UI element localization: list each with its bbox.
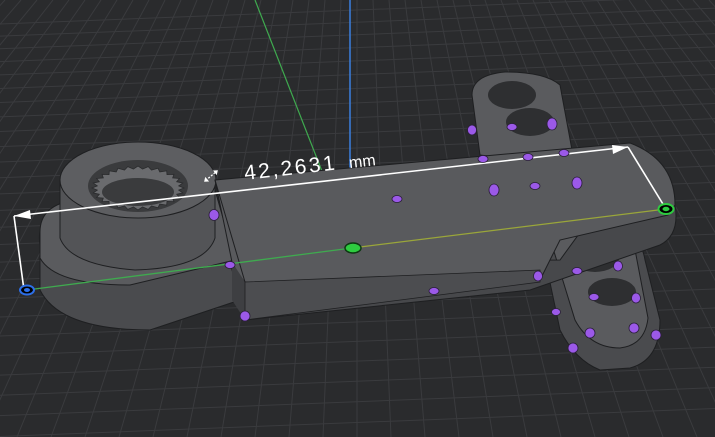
snap-point[interactable] (571, 267, 583, 275)
measure-endpoint-mid[interactable] (344, 242, 362, 254)
snap-point[interactable] (533, 270, 543, 282)
snap-point[interactable] (584, 327, 596, 339)
snap-point[interactable] (224, 261, 236, 269)
snap-point[interactable] (588, 293, 600, 301)
measure-endpoint-start[interactable] (19, 284, 35, 296)
dimension-unit: mm (348, 152, 376, 172)
hub-end[interactable] (38, 141, 241, 331)
snap-point[interactable] (208, 209, 220, 221)
snap-point[interactable] (239, 310, 251, 322)
snap-point[interactable] (551, 308, 561, 316)
3d-scene[interactable]: 42,2631 mm (0, 0, 715, 437)
snap-point[interactable] (567, 342, 579, 354)
snap-point[interactable] (522, 153, 534, 161)
snap-point[interactable] (571, 176, 583, 190)
snap-point[interactable] (488, 183, 500, 197)
snap-point[interactable] (613, 260, 623, 272)
snap-point[interactable] (546, 117, 558, 131)
snap-point[interactable] (558, 149, 570, 157)
snap-point[interactable] (391, 195, 403, 203)
snap-point[interactable] (529, 182, 541, 190)
snap-point[interactable] (628, 322, 640, 334)
snap-point[interactable] (467, 124, 477, 136)
snap-point[interactable] (631, 292, 641, 304)
snap-point[interactable] (650, 329, 662, 341)
dimension-arrow-left (14, 210, 31, 219)
snap-point[interactable] (506, 123, 518, 131)
snap-point[interactable] (477, 155, 489, 163)
measure-endpoint-end[interactable] (657, 203, 675, 215)
3d-viewport[interactable]: 42,2631 mm (0, 0, 715, 437)
lever-model[interactable] (38, 71, 677, 371)
snap-point[interactable] (428, 287, 440, 295)
